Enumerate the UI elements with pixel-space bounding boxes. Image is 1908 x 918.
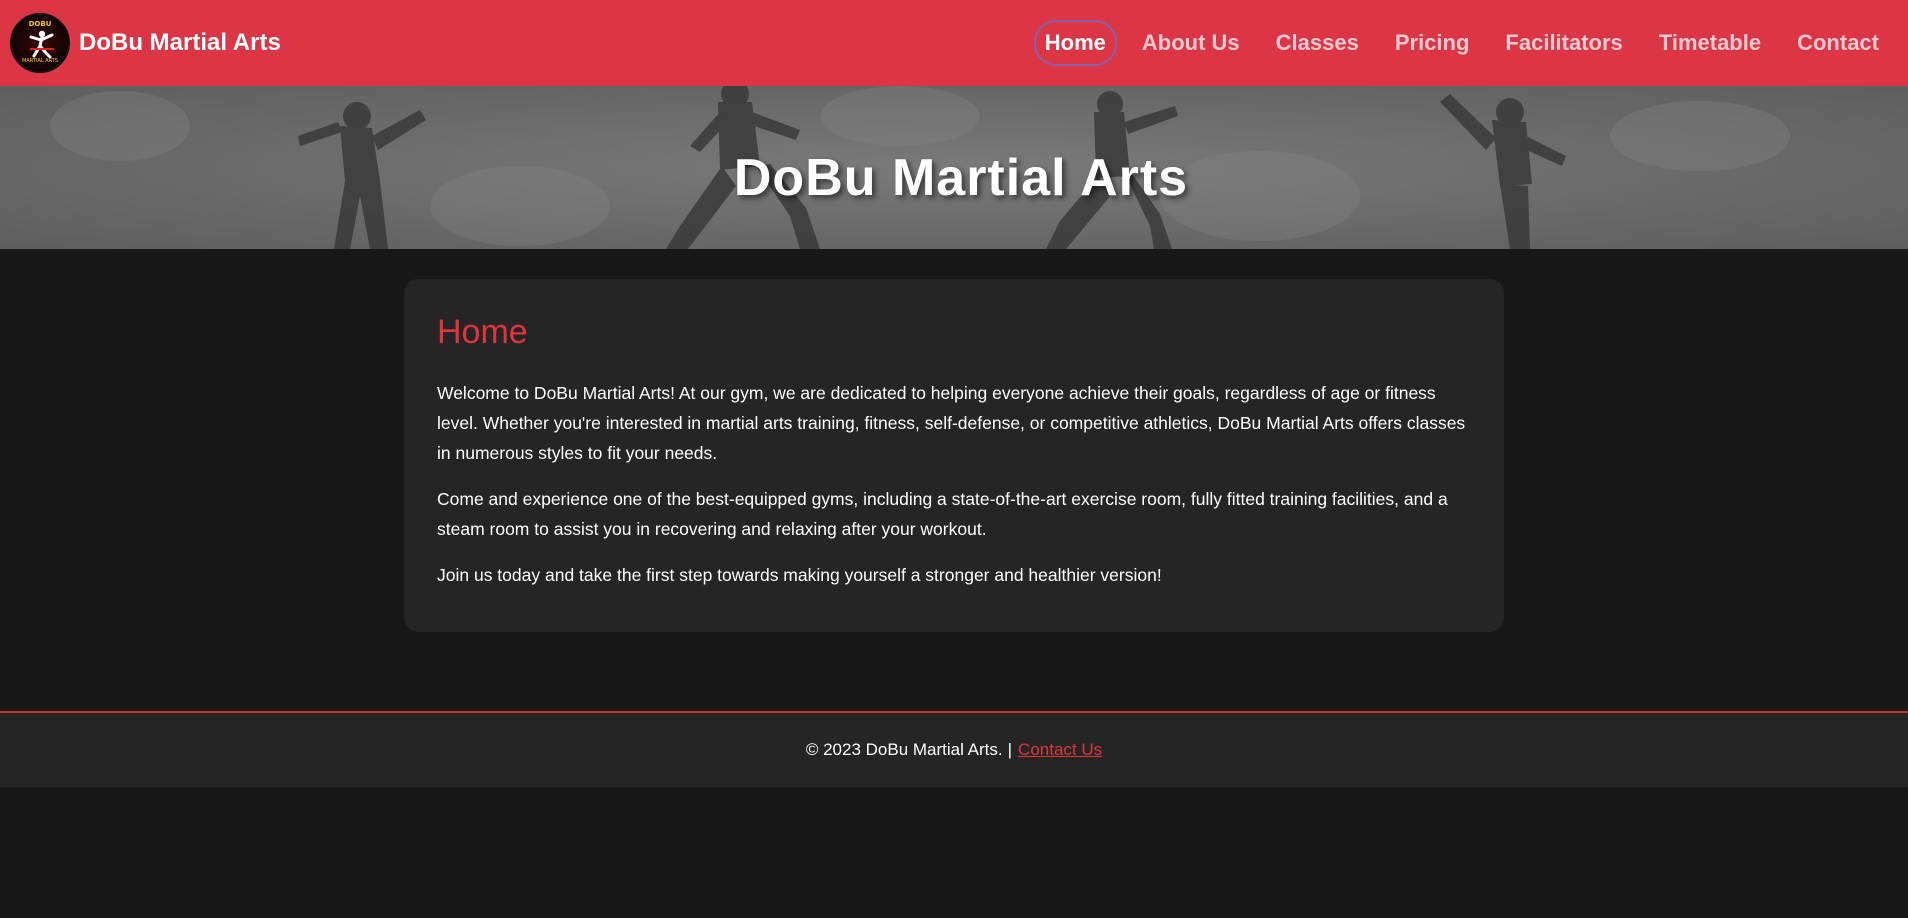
footer-separator: | — [1007, 740, 1013, 759]
page-heading: Home — [437, 313, 528, 351]
nav-classes-link[interactable]: Classes — [1265, 20, 1370, 66]
logo-top-text: DOBU — [28, 20, 52, 28]
join-paragraph: Join us today and take the first step to… — [437, 565, 1162, 585]
navbar: DOBU MARTIAL ARTS DoBu Martial Arts Home… — [0, 0, 1908, 86]
fighter-silhouette-icon — [29, 30, 54, 59]
nav-timetable-link[interactable]: Timetable — [1648, 20, 1772, 66]
nav-pricing-link[interactable]: Pricing — [1384, 20, 1481, 66]
nav-links: Home About Us Classes Pricing Facilitato… — [1020, 20, 1890, 66]
hero-banner: DoBu Martial Arts — [0, 86, 1908, 249]
footer: © 2023 DoBu Martial Arts. | Contact Us — [0, 711, 1908, 787]
nav-about-us-link[interactable]: About Us — [1131, 20, 1251, 66]
footer-contact-link[interactable]: Contact Us — [1018, 740, 1102, 760]
nav-contact-link[interactable]: Contact — [1786, 20, 1890, 66]
nav-facilitators-link[interactable]: Facilitators — [1494, 20, 1633, 66]
hero-title: DoBu Martial Arts — [733, 149, 1189, 207]
footer-copyright: © 2023 DoBu Martial Arts. — [805, 740, 1003, 759]
nav-home-link[interactable]: Home — [1033, 20, 1117, 66]
dobu-logo-icon[interactable]: DOBU MARTIAL ARTS — [10, 13, 70, 73]
welcome-paragraph: Welcome to DoBu Martial Arts! At our gym… — [437, 383, 1466, 463]
facilities-paragraph: Come and experience one of the best-equi… — [437, 489, 1448, 539]
brand-title[interactable]: DoBu Martial Arts — [79, 29, 281, 57]
brand[interactable]: DOBU MARTIAL ARTS DoBu Martial Arts — [10, 13, 281, 73]
home-content-card: Home Welcome to DoBu Martial Arts! At ou… — [404, 279, 1504, 632]
logo-bottom-text: MARTIAL ARTS — [22, 58, 58, 64]
